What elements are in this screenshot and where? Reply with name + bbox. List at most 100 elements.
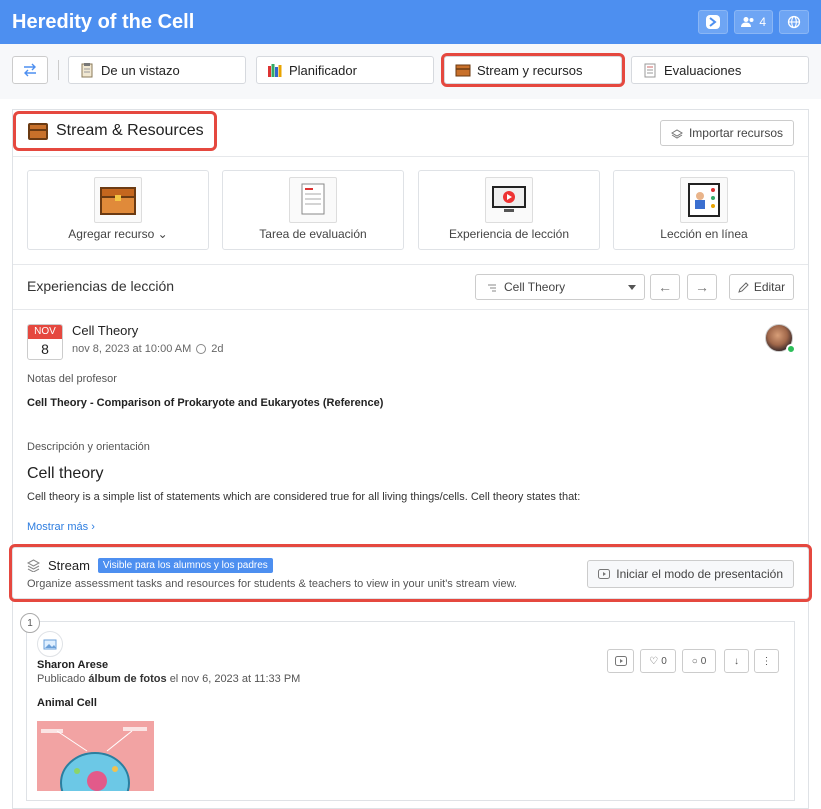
members-count: 4 bbox=[759, 15, 766, 29]
books-icon bbox=[267, 62, 283, 78]
tab-planner[interactable]: Planificador bbox=[256, 56, 434, 84]
stream-section: Stream Visible para los alumnos y los pa… bbox=[9, 544, 812, 602]
add-resource-label: Agregar recurso ⌄ bbox=[68, 227, 168, 241]
description-label: Descripción y orientación bbox=[27, 441, 150, 453]
comment-button[interactable]: ○ 0 bbox=[682, 649, 716, 673]
stream-post: Sharon Arese Publicado álbum de fotos el… bbox=[26, 621, 795, 801]
like-button[interactable]: ♡ 0 bbox=[640, 649, 676, 673]
post-type: álbum de fotos bbox=[88, 673, 167, 685]
presentation-mode-button[interactable]: Iniciar el modo de presentación bbox=[587, 560, 794, 588]
document-icon bbox=[289, 177, 337, 223]
lesson-duration: 2d bbox=[211, 343, 224, 355]
present-post-button[interactable] bbox=[607, 649, 634, 673]
presentation-icon bbox=[614, 656, 627, 666]
logo-icon bbox=[706, 15, 721, 29]
lesson-experiences-heading: Experiencias de lección bbox=[27, 278, 175, 294]
clipboard-icon bbox=[79, 62, 95, 78]
teacher-notes-text: Cell Theory - Comparison of Prokaryote a… bbox=[27, 397, 384, 409]
tab-assessments-label: Evaluaciones bbox=[664, 62, 742, 78]
chevron-right-icon: › bbox=[91, 521, 95, 533]
tab-stream-resources-label: Stream y recursos bbox=[477, 62, 583, 78]
visibility-badge: Visible para los alumnos y los padres bbox=[97, 558, 273, 573]
import-icon bbox=[670, 129, 683, 139]
caret-down-icon bbox=[628, 285, 636, 290]
more-options-button[interactable]: ⋮ bbox=[754, 649, 779, 673]
edit-label: Editar bbox=[753, 280, 786, 294]
presentation-icon bbox=[598, 569, 611, 579]
unit-tabs: De un vistazo Planificador Stream y recu… bbox=[0, 44, 821, 99]
sort-icon bbox=[488, 284, 496, 292]
teacher-notes-label: Notas del profesor bbox=[27, 373, 117, 385]
assessment-task-label: Tarea de evaluación bbox=[259, 227, 367, 241]
post-title: Animal Cell bbox=[37, 697, 97, 709]
previous-lesson-button[interactable]: ← bbox=[650, 274, 680, 300]
users-icon bbox=[741, 17, 754, 27]
notepad-icon bbox=[642, 62, 658, 78]
comment-count: 0 bbox=[700, 655, 707, 667]
photo-album-icon bbox=[37, 631, 63, 657]
members-button[interactable]: 4 bbox=[734, 10, 773, 34]
import-resources-button[interactable]: Importar recursos bbox=[659, 120, 794, 146]
description-text: Cell theory is a simple list of statemen… bbox=[27, 491, 581, 503]
assessment-task-card[interactable]: Tarea de evaluación bbox=[222, 170, 404, 250]
arrow-right-icon: → bbox=[695, 279, 709, 295]
page-title: Stream & Resources bbox=[13, 111, 217, 151]
comment-icon: ○ bbox=[691, 655, 698, 667]
lesson-date: nov 8, 2023 at 10:00 AM bbox=[72, 343, 192, 355]
kebab-menu-icon: ⋮ bbox=[761, 655, 772, 667]
arrow-down-icon: ↓ bbox=[734, 655, 739, 667]
pencil-icon bbox=[738, 281, 749, 293]
lesson-select[interactable]: Cell Theory bbox=[475, 274, 645, 300]
arrow-left-icon: ← bbox=[658, 279, 672, 295]
lesson-title[interactable]: Cell Theory bbox=[72, 323, 138, 338]
post-number: 1 bbox=[20, 613, 40, 633]
divider bbox=[58, 60, 59, 80]
treasure-chest-icon bbox=[28, 122, 48, 140]
calendar-day: 8 bbox=[41, 341, 49, 357]
treasure-chest-icon bbox=[94, 177, 142, 223]
move-down-button[interactable]: ↓ bbox=[724, 649, 749, 673]
next-lesson-button[interactable]: → bbox=[687, 274, 717, 300]
top-bar: Heredity of the Cell 4 bbox=[0, 0, 821, 44]
class-logo-button[interactable] bbox=[698, 10, 729, 34]
clock-icon bbox=[196, 344, 207, 354]
online-lesson-icon bbox=[680, 177, 728, 223]
show-more-link[interactable]: Mostrar más › bbox=[27, 521, 95, 533]
online-lesson-card[interactable]: Lección en línea bbox=[613, 170, 795, 250]
stream-description: Organize assessment tasks and resources … bbox=[27, 578, 517, 590]
animal-cell-image[interactable] bbox=[37, 721, 154, 791]
tab-planner-label: Planificador bbox=[289, 62, 357, 78]
post-author: Sharon Arese bbox=[37, 659, 109, 671]
globe-icon bbox=[787, 15, 801, 29]
description-heading: Cell theory bbox=[27, 465, 104, 482]
online-status-dot bbox=[786, 344, 796, 354]
chevron-down-icon: ⌄ bbox=[157, 227, 168, 241]
language-button[interactable] bbox=[779, 10, 809, 34]
edit-button[interactable]: Editar bbox=[729, 274, 794, 300]
lesson-select-value: Cell Theory bbox=[504, 280, 566, 294]
online-lesson-label: Lección en línea bbox=[660, 227, 748, 241]
calendar-month: NOV bbox=[28, 325, 62, 339]
tab-stream-resources[interactable]: Stream y recursos bbox=[441, 53, 625, 87]
divider bbox=[13, 264, 808, 265]
video-screen-icon bbox=[485, 177, 533, 223]
tab-glance[interactable]: De un vistazo bbox=[68, 56, 246, 84]
post-published: Publicado álbum de fotos el nov 6, 2023 … bbox=[37, 673, 301, 685]
like-count: 0 bbox=[661, 655, 667, 667]
add-resource-card[interactable]: Agregar recurso ⌄ bbox=[27, 170, 209, 250]
lesson-date-row: nov 8, 2023 at 10:00 AM 2d bbox=[72, 343, 224, 355]
stream-title-row: Stream Visible para los alumnos y los pa… bbox=[27, 558, 273, 573]
import-resources-label: Importar recursos bbox=[688, 126, 783, 140]
divider bbox=[13, 309, 808, 310]
swap-arrows-icon bbox=[24, 63, 36, 77]
lesson-experience-label: Experiencia de lección bbox=[448, 227, 570, 241]
lesson-experience-card[interactable]: Experiencia de lección bbox=[418, 170, 600, 250]
presentation-mode-label: Iniciar el modo de presentación bbox=[616, 567, 783, 581]
heart-icon: ♡ bbox=[649, 655, 659, 667]
treasure-chest-icon bbox=[455, 62, 471, 78]
stream-title: Stream bbox=[48, 558, 90, 573]
layers-icon bbox=[27, 559, 40, 572]
tab-assessments[interactable]: Evaluaciones bbox=[631, 56, 809, 84]
calendar-date-badge: NOV 8 bbox=[27, 324, 63, 360]
toggle-sidebar-button[interactable] bbox=[12, 56, 48, 84]
